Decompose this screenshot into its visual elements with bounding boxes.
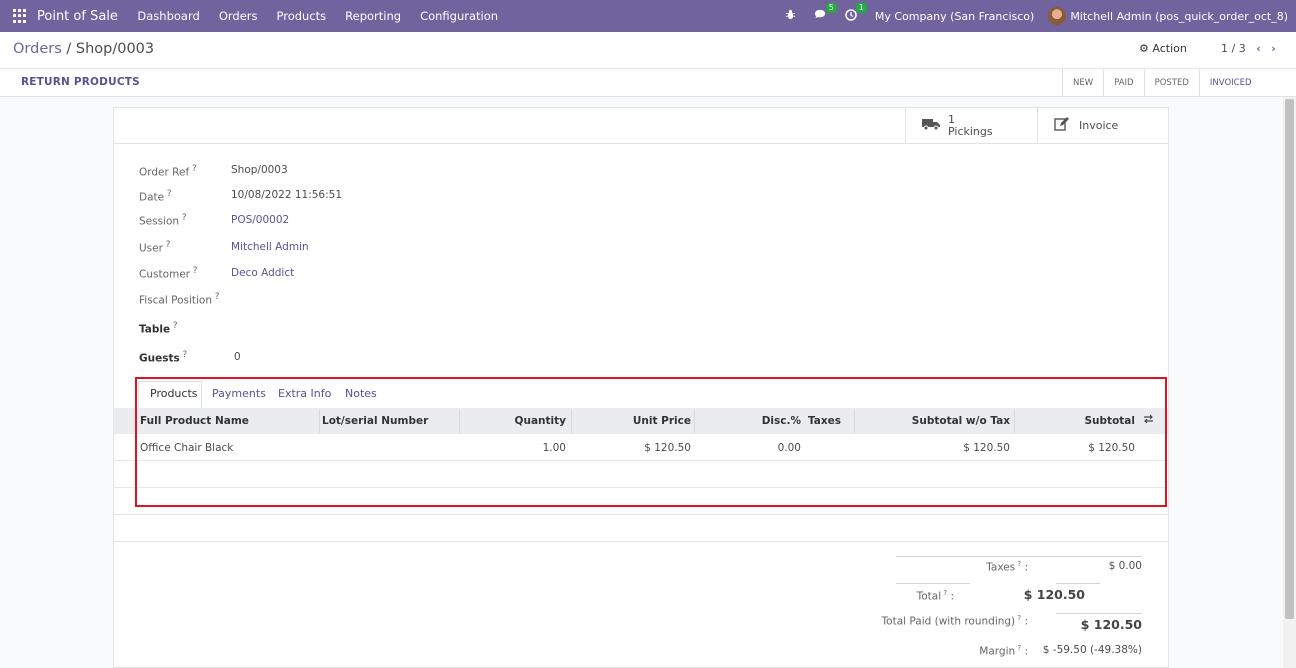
- gear-icon: ⚙: [1139, 42, 1149, 55]
- return-products-button[interactable]: RETURN PRODUCTS: [21, 76, 140, 88]
- action-menu-button[interactable]: ⚙ Action: [1139, 42, 1187, 55]
- activities-clock-icon[interactable]: 1: [845, 2, 867, 24]
- order-ref-label: Order Ref: [139, 166, 190, 179]
- table-label: Table: [139, 323, 171, 336]
- invoice-label: Invoice: [1079, 118, 1119, 132]
- taxes-label: Taxes ? :: [986, 560, 1028, 574]
- breadcrumb-orders-link[interactable]: Orders: [13, 41, 62, 57]
- breadcrumb-separator: /: [61, 41, 76, 57]
- app-brand[interactable]: Point of Sale: [37, 9, 118, 24]
- page-scrollbar[interactable]: [1283, 97, 1296, 668]
- date-label: Date: [139, 191, 165, 204]
- field-order-ref: Order Ref ?: [139, 164, 197, 179]
- user-label: User: [139, 242, 163, 255]
- main-menu: Dashboard Orders Products Reporting Conf…: [128, 9, 508, 23]
- status-invoiced[interactable]: INVOICED: [1198, 69, 1262, 97]
- order-ref-value: Shop/0003: [231, 164, 288, 176]
- breadcrumb: Orders / Shop/0003: [13, 41, 154, 57]
- activities-badge: 1: [855, 2, 867, 13]
- customer-label: Customer: [139, 268, 191, 281]
- status-new[interactable]: NEW: [1062, 69, 1103, 97]
- total-value: $ 120.50: [1023, 587, 1085, 602]
- taxes-value: $ 0.00: [1108, 560, 1142, 572]
- help-icon[interactable]: ?: [170, 321, 178, 331]
- paid-rule: [1056, 613, 1142, 614]
- pager-value[interactable]: 1 / 3: [1221, 42, 1246, 55]
- field-session: Session ?: [139, 213, 187, 228]
- help-icon[interactable]: ?: [180, 350, 188, 360]
- help-icon[interactable]: ?: [163, 240, 171, 250]
- field-fiscal-position: Fiscal Position ?: [139, 292, 219, 307]
- total-rule: [1056, 583, 1100, 584]
- apps-grid-icon[interactable]: [13, 9, 27, 23]
- total-label: Total ? :: [916, 589, 954, 603]
- status-bar: NEW PAID POSTED INVOICED: [1062, 69, 1262, 97]
- menu-dashboard[interactable]: Dashboard: [137, 9, 199, 23]
- systray: 5 1 My Company (San Francisco) Mitchell …: [785, 0, 1296, 32]
- help-icon[interactable]: ?: [179, 213, 187, 223]
- menu-products[interactable]: Products: [277, 9, 327, 23]
- session-label: Session: [139, 215, 180, 228]
- margin-label: Margin ? :: [979, 644, 1028, 658]
- help-icon[interactable]: ?: [164, 189, 172, 199]
- session-link[interactable]: POS/00002: [231, 214, 289, 226]
- action-label: Action: [1152, 42, 1187, 55]
- menu-configuration[interactable]: Configuration: [420, 9, 498, 23]
- date-value: 10/08/2022 11:56:51: [231, 189, 343, 201]
- user-link[interactable]: Mitchell Admin: [231, 241, 309, 253]
- margin-value: $ -59.50 (-49.38%): [1042, 644, 1142, 656]
- fiscal-position-label: Fiscal Position: [139, 294, 213, 307]
- total-rule: [896, 583, 970, 584]
- user-avatar[interactable]: [1048, 7, 1067, 25]
- customer-link[interactable]: Deco Addict: [231, 267, 294, 279]
- field-user: User ?: [139, 240, 170, 255]
- help-icon[interactable]: ?: [212, 292, 220, 302]
- total-paid-value: $ 120.50: [1080, 617, 1142, 632]
- menu-orders[interactable]: Orders: [219, 9, 258, 23]
- truck-icon: [922, 117, 940, 134]
- field-table: Table ?: [139, 321, 178, 336]
- highlight-box: [135, 377, 1167, 507]
- table-row-empty: [114, 515, 1168, 542]
- pickings-smart-button[interactable]: 1 Pickings: [905, 108, 1037, 143]
- company-switcher[interactable]: My Company (San Francisco): [875, 10, 1034, 23]
- pickings-label-group: 1 Pickings: [948, 113, 993, 138]
- field-date: Date ?: [139, 189, 172, 204]
- guests-value[interactable]: 0: [234, 351, 241, 363]
- totals-rule: [896, 556, 1142, 557]
- control-panel: Orders / Shop/0003 ⚙ Action 1 / 3 ‹ › RE…: [0, 32, 1296, 97]
- scrollbar-thumb[interactable]: [1285, 99, 1294, 619]
- edit-icon: [1054, 117, 1069, 134]
- breadcrumb-current: Shop/0003: [75, 41, 155, 57]
- user-menu[interactable]: Mitchell Admin (pos_quick_order_oct_8): [1070, 10, 1288, 23]
- debug-bug-icon[interactable]: [785, 9, 796, 23]
- menu-reporting[interactable]: Reporting: [345, 9, 401, 23]
- status-posted[interactable]: POSTED: [1143, 69, 1199, 97]
- guests-label: Guests: [139, 352, 180, 365]
- field-customer: Customer ?: [139, 266, 197, 281]
- pager: 1 / 3 ‹ ›: [1221, 42, 1276, 55]
- top-navbar: Point of Sale Dashboard Orders Products …: [0, 0, 1296, 32]
- status-paid[interactable]: PAID: [1103, 69, 1143, 97]
- button-box: 1 Pickings Invoice: [114, 108, 1168, 144]
- pager-prev-icon[interactable]: ‹: [1256, 42, 1261, 55]
- help-icon[interactable]: ?: [189, 164, 197, 174]
- total-paid-label: Total Paid (with rounding) ? :: [881, 614, 1028, 628]
- pager-next-icon[interactable]: ›: [1271, 42, 1276, 55]
- invoice-smart-button[interactable]: Invoice: [1037, 108, 1168, 143]
- pickings-label: Pickings: [948, 124, 993, 138]
- messages-icon[interactable]: 5: [814, 3, 837, 23]
- field-guests: Guests ?: [139, 350, 187, 365]
- messages-badge: 5: [825, 3, 837, 13]
- help-icon[interactable]: ?: [190, 266, 198, 276]
